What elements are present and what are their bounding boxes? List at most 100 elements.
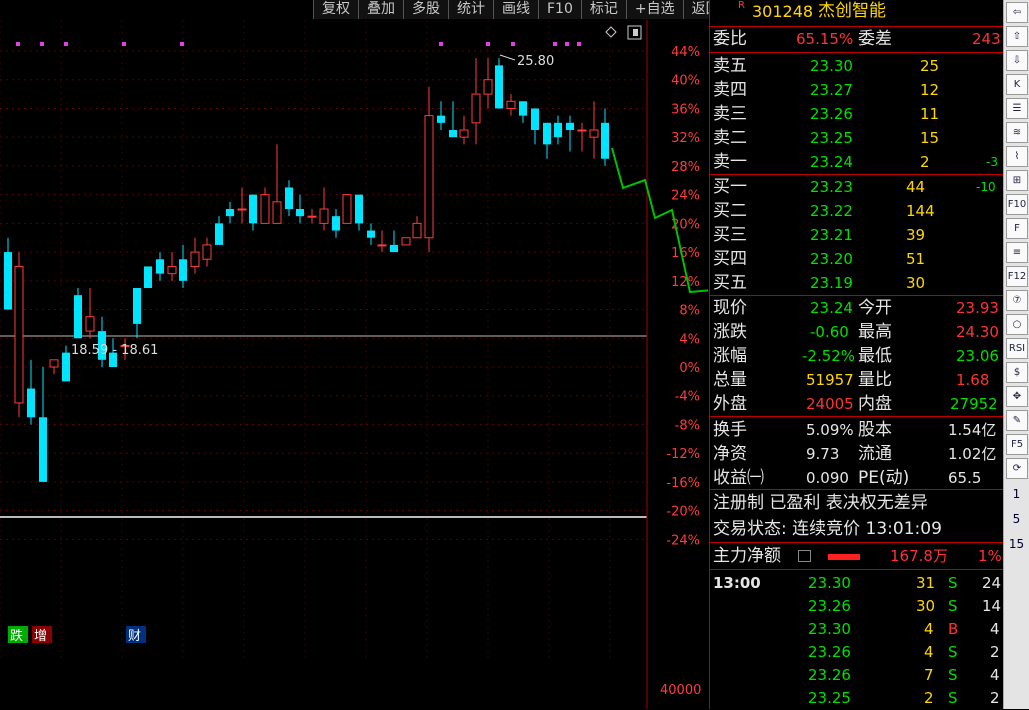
y-tick-label: 32% bbox=[671, 131, 700, 146]
y-tick-label: 8% bbox=[679, 304, 700, 319]
signal-dot bbox=[511, 42, 515, 46]
y-tick-label: -8% bbox=[675, 418, 700, 433]
range-label: 18.59 - 18.61 bbox=[71, 343, 158, 358]
menu-icon[interactable] bbox=[798, 550, 811, 562]
fund-row: 净资 9.73 流通 1.02亿 bbox=[713, 444, 997, 464]
candle[interactable] bbox=[342, 194, 352, 224]
ask-row: 卖一 23.24 2 -3 bbox=[713, 152, 998, 172]
candle[interactable] bbox=[74, 288, 82, 339]
sidebar-btn-15[interactable]: $ bbox=[1006, 362, 1028, 383]
sidebar-btn-13[interactable]: ○ bbox=[1006, 314, 1028, 335]
toolbar-btn-1[interactable]: 叠加 bbox=[358, 0, 403, 19]
sidebar-btn-5[interactable]: ≋ bbox=[1006, 122, 1028, 143]
tick-row: 13:00 23.30 31 S 24 bbox=[713, 574, 1002, 592]
toolbar-btn-7[interactable]: +自选 bbox=[625, 0, 683, 19]
ask-row: 卖三 23.26 11 bbox=[713, 104, 940, 124]
y-tick-label: 44% bbox=[671, 45, 700, 60]
stock-header: R 301248 杰创智能 bbox=[710, 0, 1003, 23]
sidebar-btn-2[interactable]: ⇩ bbox=[1006, 50, 1028, 71]
ask-row: 卖二 23.25 15 bbox=[713, 128, 940, 148]
ask-row: 卖四 23.27 12 bbox=[713, 80, 940, 100]
trade-status: 交易状态: 连续竞价 13:01:09 bbox=[713, 519, 942, 539]
fund-row: 收益㈠ 0.090 PE(动) 65.5 bbox=[713, 468, 982, 488]
signal-dot bbox=[64, 42, 68, 46]
y-tick-label: 24% bbox=[671, 189, 700, 204]
tick-row: 23.25 2 S 2 bbox=[808, 689, 1000, 707]
sidebar-btn-11[interactable]: F12 bbox=[1006, 266, 1028, 287]
stock-code: 301248 bbox=[752, 2, 814, 21]
y-tick-label: 4% bbox=[679, 332, 700, 347]
signal-dot bbox=[40, 42, 44, 46]
sidebar-btn-10[interactable]: ≡ bbox=[1006, 242, 1028, 263]
sidebar-btn-6[interactable]: ⌇ bbox=[1006, 146, 1028, 167]
toolbar-btn-0[interactable]: 复权 bbox=[313, 0, 358, 19]
r-badge: R bbox=[738, 0, 745, 11]
chart-toolbar: 复权 叠加 多股 统计 画线 F10 标记 +自选 返回 bbox=[313, 0, 728, 19]
toolbar-btn-4[interactable]: 画线 bbox=[493, 0, 538, 19]
y-tick-label: -20% bbox=[666, 505, 700, 520]
signal-dot bbox=[553, 42, 557, 46]
main-flow-row: 主力净额 167.8万 1% bbox=[713, 546, 1002, 566]
sidebar-btn-22[interactable]: 15 bbox=[1004, 532, 1029, 557]
y-tick-label: 0% bbox=[679, 361, 700, 376]
signal-dot bbox=[439, 42, 443, 46]
max-label: 25.80 bbox=[517, 54, 554, 69]
candle[interactable] bbox=[495, 58, 503, 109]
signal-dot bbox=[16, 42, 20, 46]
y-tick-label: 40% bbox=[671, 74, 700, 89]
y-tick-label: 12% bbox=[671, 275, 700, 290]
signal-dot bbox=[180, 42, 184, 46]
toolbar-btn-3[interactable]: 统计 bbox=[448, 0, 493, 19]
quote-row: 现价 23.24 今开 23.93 bbox=[713, 298, 999, 318]
sidebar-btn-17[interactable]: ✎ bbox=[1006, 410, 1028, 431]
y-tick-label: 16% bbox=[671, 246, 700, 261]
sidebar-btn-20[interactable]: 1 bbox=[1004, 482, 1029, 507]
quote-row: 涨跌 -0.60 最高 24.30 bbox=[713, 322, 999, 342]
sidebar-btn-1[interactable]: ⇧ bbox=[1006, 26, 1028, 47]
quote-panel: R 301248 杰创智能 委比 65.15% 委差 243 注册制 已盈利 表… bbox=[709, 0, 1003, 709]
y-tick-label: -16% bbox=[666, 476, 700, 491]
quote-row: 涨幅 -2.52% 最低 23.06 bbox=[713, 346, 999, 366]
sidebar-btn-4[interactable]: ☰ bbox=[1006, 98, 1028, 119]
marker-cai[interactable]: 财 bbox=[128, 629, 141, 644]
toolbar-btn-6[interactable]: 标记 bbox=[580, 0, 626, 19]
ask-row: 卖五 23.30 25 bbox=[713, 56, 940, 76]
quote-row: 外盘 24005 内盘 27952 bbox=[713, 394, 998, 414]
signal-dot bbox=[486, 42, 490, 46]
sidebar-btn-9[interactable]: F bbox=[1006, 218, 1028, 239]
bid-row: 买二 23.22 144 bbox=[713, 201, 935, 221]
volume-axis-label: 40000 bbox=[660, 683, 701, 698]
sidebar-btn-8[interactable]: F10 bbox=[1006, 194, 1028, 215]
bid-row: 买五 23.19 30 bbox=[713, 273, 926, 293]
weibi-row: 委比 65.15% 委差 243 bbox=[713, 29, 1001, 49]
candle[interactable] bbox=[14, 252, 24, 418]
sidebar-btn-0[interactable]: ⇦ bbox=[1006, 2, 1028, 23]
toolbar-btn-5[interactable]: F10 bbox=[538, 0, 581, 19]
candle[interactable] bbox=[144, 266, 152, 288]
y-tick-label: -24% bbox=[666, 533, 700, 548]
tick-row: 23.26 7 S 4 bbox=[808, 666, 1000, 684]
y-tick-label: -4% bbox=[675, 390, 700, 405]
marker-die[interactable]: 跌 bbox=[10, 628, 23, 644]
signal-dot bbox=[565, 42, 569, 46]
sidebar-btn-21[interactable]: 5 bbox=[1004, 507, 1029, 532]
sidebar-btn-7[interactable]: ⊞ bbox=[1006, 170, 1028, 191]
y-tick-label: 28% bbox=[671, 160, 700, 175]
bid-row: 买三 23.21 39 bbox=[713, 225, 926, 245]
bid-row: 买一 23.23 44 -10 bbox=[713, 177, 996, 197]
sidebar-btn-12[interactable]: ⑦ bbox=[1006, 290, 1028, 311]
sidebar-btn-3[interactable]: K bbox=[1006, 74, 1028, 95]
y-tick-label: -12% bbox=[666, 447, 700, 462]
toolbar-btn-2[interactable]: 多股 bbox=[403, 0, 448, 19]
sidebar-btn-14[interactable]: RSI bbox=[1006, 338, 1028, 359]
signal-dot bbox=[577, 42, 581, 46]
fund-row: 换手 5.09% 股本 1.54亿 bbox=[713, 420, 997, 440]
sidebar-btn-18[interactable]: F5 bbox=[1006, 434, 1028, 455]
candle[interactable] bbox=[401, 237, 411, 246]
sidebar-btn-19[interactable]: ⟳ bbox=[1006, 458, 1028, 479]
signal-dot bbox=[122, 42, 126, 46]
kline-chart[interactable]: 44%40%36%32%28%24%20%16%12%8%4%0%-4%-8%-… bbox=[0, 0, 708, 709]
marker-zeng[interactable]: 增 bbox=[34, 629, 47, 644]
y-tick-label: 36% bbox=[671, 102, 700, 117]
sidebar-btn-16[interactable]: ✥ bbox=[1006, 386, 1028, 407]
